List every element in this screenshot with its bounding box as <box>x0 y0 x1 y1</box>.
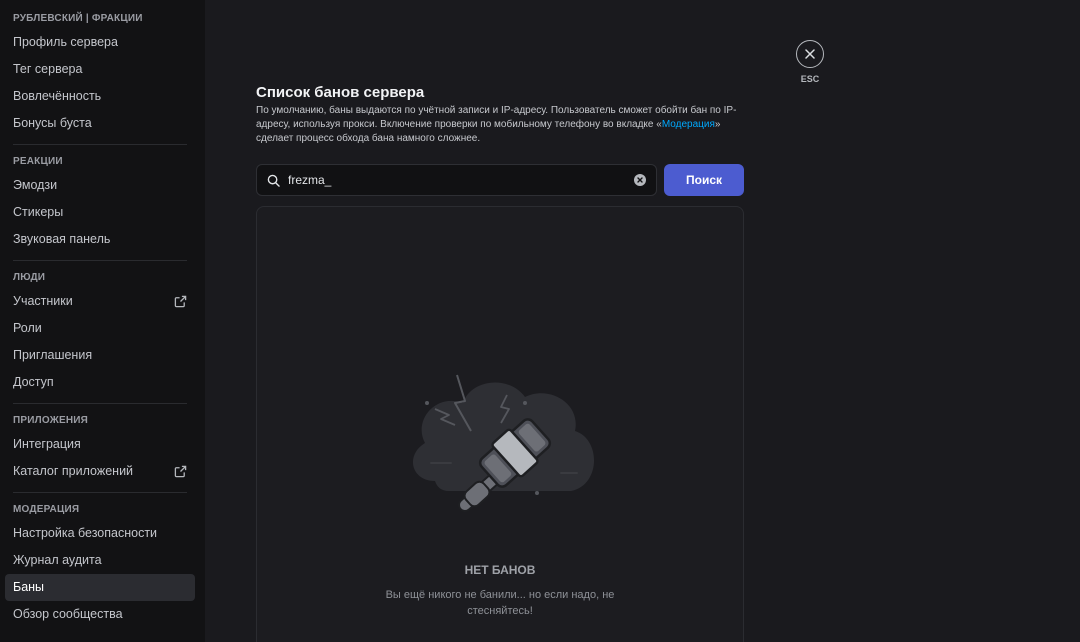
sidebar-item-label: Обзор сообщества <box>13 607 123 621</box>
search-box <box>256 164 657 196</box>
sidebar-item-safety-setup[interactable]: Настройка безопасности <box>5 520 195 547</box>
sidebar-item-bans[interactable]: Баны <box>5 574 195 601</box>
sidebar-item-emoji[interactable]: Эмодзи <box>5 172 195 199</box>
sidebar-item-label: Журнал аудита <box>13 553 102 567</box>
empty-state-text: Вы ещё никого не банили... но если надо,… <box>385 589 615 617</box>
sidebar-item-label: Каталог приложений <box>13 464 134 478</box>
clear-icon[interactable] <box>634 174 646 186</box>
close-icon <box>805 49 815 59</box>
sidebar-item-engagement[interactable]: Вовлечённость <box>5 83 195 110</box>
section-header-reactions: РЕАКЦИИ <box>13 156 63 167</box>
sidebar-item-app-directory[interactable]: Каталог приложений <box>5 458 195 485</box>
esc-label: ESC <box>800 74 820 84</box>
sidebar-item-label: Интеграция <box>13 437 81 451</box>
sidebar-item-boost-perks[interactable]: Бонусы буста <box>5 110 195 137</box>
sidebar-item-label: Стикеры <box>13 205 64 219</box>
search-row: Поиск <box>256 164 744 196</box>
section-header-server: РУБЛЕВСКИЙ | ФРАКЦИИ <box>13 13 143 24</box>
search-button[interactable]: Поиск <box>664 164 744 196</box>
sidebar-item-label: Эмодзи <box>13 178 58 192</box>
external-link-icon <box>174 465 187 478</box>
ban-list-panel: НЕТ БАНОВ Вы ещё никого не банили... но … <box>256 206 744 642</box>
sidebar-divider <box>13 144 187 145</box>
main-content: ESC Список банов сервера По умолчанию, б… <box>205 0 1080 642</box>
sidebar-item-label: Тег сервера <box>13 62 83 76</box>
page-title: Список банов сервера <box>256 84 425 101</box>
sidebar-item-server-tag[interactable]: Тег сервера <box>5 56 195 83</box>
sidebar-nav: РУБЛЕВСКИЙ | ФРАКЦИИ Профиль сервера Тег… <box>5 7 195 628</box>
empty-state-title: НЕТ БАНОВ <box>464 563 536 577</box>
sidebar-item-label: Доступ <box>13 375 54 389</box>
sidebar-item-label: Звуковая панель <box>13 232 111 246</box>
section-header-people: ЛЮДИ <box>13 272 46 283</box>
sidebar-item-label: Приглашения <box>13 348 93 362</box>
search-icon <box>267 174 280 187</box>
external-link-icon <box>174 295 187 308</box>
sidebar-item-integrations[interactable]: Интеграция <box>5 431 195 458</box>
section-header-apps: ПРИЛОЖЕНИЯ <box>13 415 89 426</box>
sidebar-item-roles[interactable]: Роли <box>5 315 195 342</box>
sidebar-divider <box>13 492 187 493</box>
sidebar-item-soundboard[interactable]: Звуковая панель <box>5 226 195 253</box>
sidebar-item-audit-log[interactable]: Журнал аудита <box>5 547 195 574</box>
close-button[interactable] <box>796 40 824 68</box>
page-description: По умолчанию, баны выдаются по учётной з… <box>256 104 744 146</box>
sidebar-item-community-overview[interactable]: Обзор сообщества <box>5 601 195 628</box>
sidebar-item-label: Бонусы буста <box>13 116 92 130</box>
ban-hammer-icon <box>412 374 595 512</box>
sidebar-item-server-profile[interactable]: Профиль сервера <box>5 29 195 56</box>
sidebar-item-invites[interactable]: Приглашения <box>5 342 195 369</box>
sidebar-item-access[interactable]: Доступ <box>5 369 195 396</box>
moderation-link[interactable]: Модерация <box>662 119 715 130</box>
sidebar-item-label: Участники <box>13 294 73 308</box>
search-input[interactable] <box>288 173 634 187</box>
sidebar-divider <box>13 260 187 261</box>
sidebar-item-label: Роли <box>13 321 42 335</box>
sidebar-item-label: Профиль сервера <box>13 35 118 49</box>
section-header-moderation: МОДЕРАЦИЯ <box>13 504 80 515</box>
settings-sidebar: РУБЛЕВСКИЙ | ФРАКЦИИ Профиль сервера Тег… <box>0 0 205 642</box>
sidebar-item-members[interactable]: Участники <box>5 288 195 315</box>
bans-content: Список банов сервера По умолчанию, баны … <box>256 84 744 642</box>
sidebar-item-stickers[interactable]: Стикеры <box>5 199 195 226</box>
sidebar-item-label: Баны <box>13 580 45 594</box>
close-settings: ESC <box>796 40 824 84</box>
sidebar-divider <box>13 403 187 404</box>
sidebar-item-label: Настройка безопасности <box>13 526 158 540</box>
sidebar-item-label: Вовлечённость <box>13 89 102 103</box>
